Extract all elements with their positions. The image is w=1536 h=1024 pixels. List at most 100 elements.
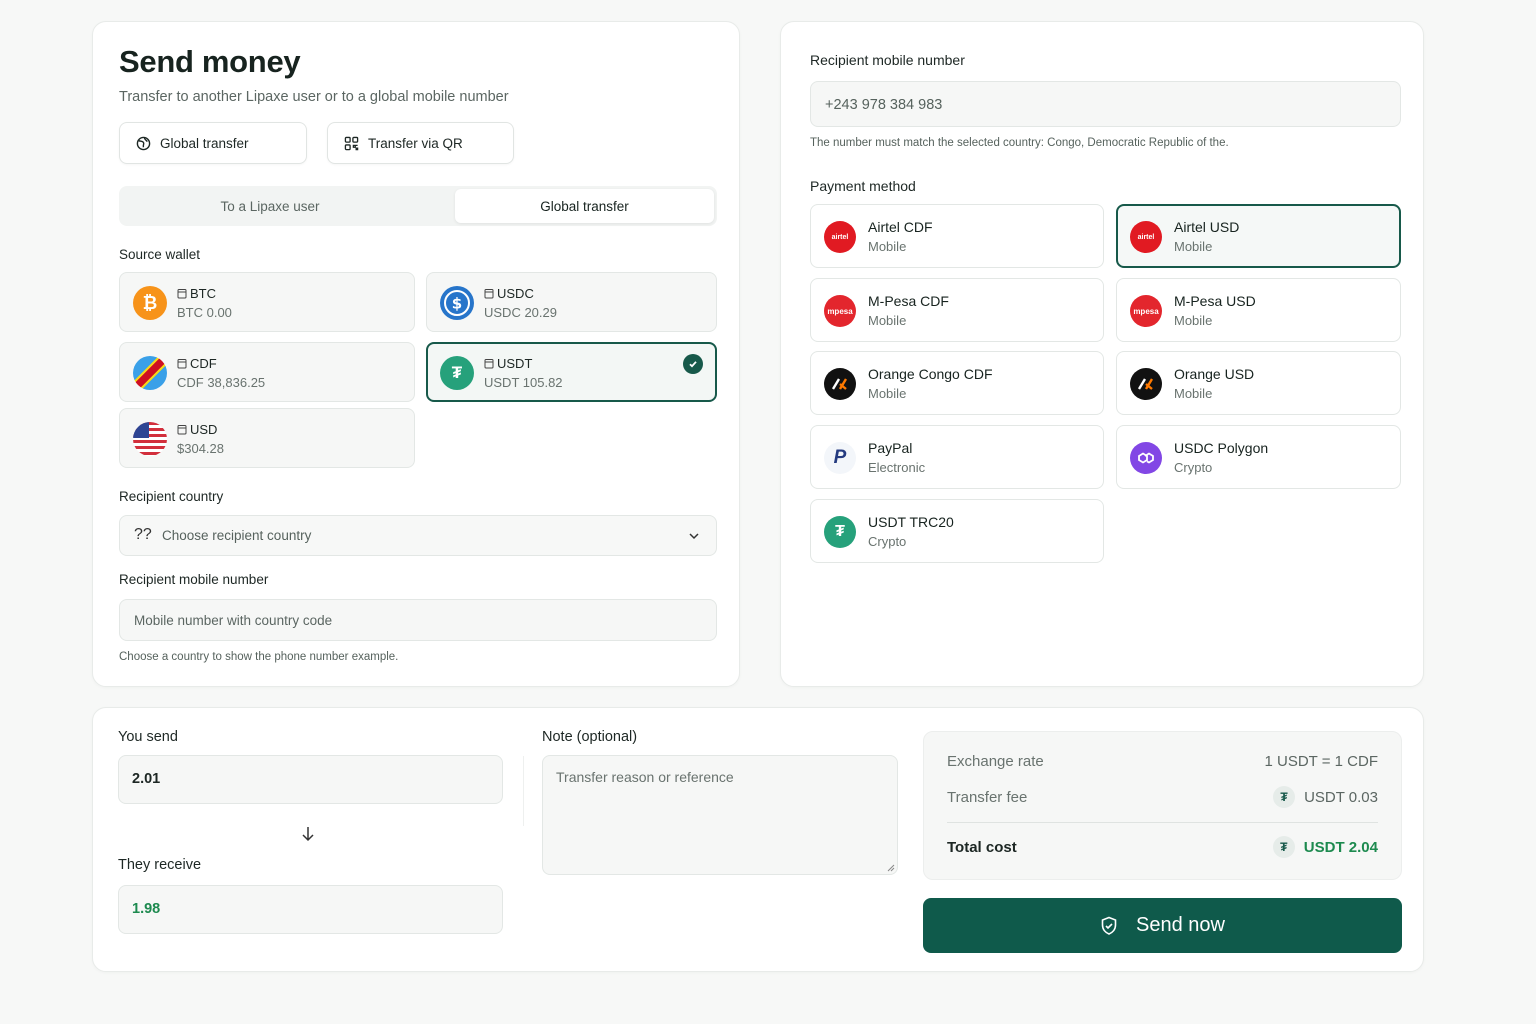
payment-method-name: Orange Congo CDF [868,366,993,382]
payment-method-mpesa-usd[interactable]: mpesa M-Pesa USD Mobile [1116,278,1401,342]
source-wallet-label: Source wallet [119,247,201,262]
recipient-mobile-label: Recipient mobile number [119,572,269,587]
payment-method-type: Crypto [868,534,907,549]
mobile-country-hint: The number must match the selected count… [810,137,1229,149]
svg-text:$: $ [452,295,462,313]
payment-method-orange-usd[interactable]: Orange USD Mobile [1116,351,1401,415]
total-cost-row: Total cost ₮ USDT 2.04 [947,836,1378,858]
payment-method-type: Mobile [1174,313,1213,328]
wallet-usdc[interactable]: $ USDC USDC 20.29 [426,272,717,332]
transfer-fee-label: Transfer fee [947,788,1028,806]
transfer-fee-row: Transfer fee ₮ USDT 0.03 [947,786,1378,808]
payment-method-usdc-polygon[interactable]: USDC Polygon Crypto [1116,425,1401,489]
exchange-rate-row: Exchange rate 1 USDT = 1 CDF [947,753,1378,770]
payment-method-type: Mobile [868,313,907,328]
wallet-icon [177,425,187,435]
payment-method-type: Electronic [868,460,926,475]
payment-method-orange-cdf[interactable]: Orange Congo CDF Mobile [810,351,1104,415]
payment-method-name: M-Pesa CDF [868,293,949,309]
payment-method-airtel-cdf[interactable]: airtel Airtel CDF Mobile [810,204,1104,268]
page-subtitle: Transfer to another Lipaxe user or to a … [119,89,509,105]
wallet-name: USDC [497,286,534,301]
chevron-down-icon [689,533,699,540]
send-amount-value: 2.01 [132,771,161,787]
global-transfer-button[interactable]: Global transfer [119,122,307,164]
transfer-via-qr-button[interactable]: Transfer via QR [327,122,514,164]
wallet-usdt[interactable]: ₮ USDT USDT 105.82 [426,342,717,402]
receive-amount-value: 1.98 [132,901,161,917]
receive-amount-field[interactable]: 1.98 [118,885,503,934]
note-placeholder: Transfer reason or reference [556,769,734,785]
wallet-icon [484,289,494,299]
globe-icon [136,136,151,150]
payment-method-name: Airtel USD [1174,219,1240,235]
payment-method-mpesa-cdf[interactable]: mpesa M-Pesa CDF Mobile [810,278,1104,342]
recipient-country-label: Recipient country [119,489,224,504]
total-cost-label: Total cost [947,838,1017,856]
payment-method-name: M-Pesa USD [1174,293,1256,309]
payment-method-type: Crypto [1174,460,1213,475]
transfer-details-card: Send money Transfer to another Lipaxe us… [92,21,740,687]
wallet-balance: USDT 105.82 [484,375,563,390]
wallet-cdf[interactable]: CDF CDF 38,836.25 [119,342,415,402]
total-cost-value: USDT 2.04 [1303,838,1378,856]
wallet-icon [484,359,494,369]
payment-method-usdt-trc20[interactable]: ₮ USDT TRC20 Crypto [810,499,1104,563]
tab-global-transfer[interactable]: Global transfer [455,189,714,223]
amount-card: You send 2.01 They receive 1.98 Note (op… [92,707,1424,972]
tether-coin-icon: ₮ [1273,786,1296,808]
send-now-button[interactable]: Send now [923,898,1402,953]
paypal-icon: P [824,442,856,474]
payment-method-name: USDC Polygon [1174,440,1269,456]
bitcoin-icon: ₿ [133,286,167,320]
you-send-label: You send [118,729,178,745]
wallet-usd[interactable]: USD $304.28 [119,408,415,468]
shield-check-icon [1101,916,1117,935]
mobile-placeholder: Mobile number with country code [134,613,333,628]
recipient-mobile-label: Recipient mobile number [810,52,965,68]
recipient-country-select[interactable]: ?? Choose recipient country [119,515,717,556]
airtel-icon: airtel [1130,221,1162,253]
usdc-icon: $ [440,286,474,320]
wallet-name: USD [190,422,218,437]
congo-flag-icon [133,356,167,390]
wallet-balance: CDF 38,836.25 [177,375,266,390]
payment-method-paypal[interactable]: P PayPal Electronic [810,425,1104,489]
summary-divider [947,822,1378,823]
wallet-name: USDT [497,356,533,371]
tether-coin-icon: ₮ [1272,836,1295,858]
payment-method-type: Mobile [868,239,907,254]
country-flag-placeholder: ?? [134,526,152,543]
check-icon [683,354,703,374]
payment-method-airtel-usd[interactable]: airtel Airtel USD Mobile [1116,204,1401,268]
wallet-balance: USDC 20.29 [484,305,557,320]
note-label: Note (optional) [542,729,638,745]
airtel-icon: airtel [824,221,856,253]
payment-method-label: Payment method [810,178,916,194]
wallet-btc[interactable]: ₿ BTC BTC 0.00 [119,272,415,332]
us-flag-icon [133,422,167,456]
mobile-value: +243 978 384 983 [825,97,943,113]
recipient-mobile-field[interactable]: +243 978 384 983 [810,81,1401,127]
transfer-type-tabs: To a Lipaxe user Global transfer [119,186,717,226]
divider [523,756,524,826]
orange-icon [824,368,856,400]
payment-method-name: Orange USD [1174,366,1255,382]
qr-code-icon [344,136,359,150]
arrow-down-icon [302,827,314,842]
wallet-balance: BTC 0.00 [177,305,232,320]
tab-lipaxe-user[interactable]: To a Lipaxe user [122,189,418,223]
recipient-card: Recipient mobile number +243 978 384 983… [780,21,1424,687]
payment-method-name: Airtel CDF [868,219,933,235]
payment-method-name: PayPal [868,440,913,456]
note-textarea[interactable]: Transfer reason or reference [542,755,898,875]
tron-tether-icon: ₮ [824,516,856,548]
recipient-mobile-input[interactable]: Mobile number with country code [119,599,717,641]
global-transfer-label: Global transfer [160,135,249,151]
resize-handle-icon[interactable] [887,864,895,872]
send-amount-input[interactable]: 2.01 [118,755,503,804]
mobile-hint: Choose a country to show the phone numbe… [119,651,399,663]
payment-method-name: USDT TRC20 [868,514,954,530]
wallet-balance: $304.28 [177,441,224,456]
polygon-icon [1130,442,1162,474]
